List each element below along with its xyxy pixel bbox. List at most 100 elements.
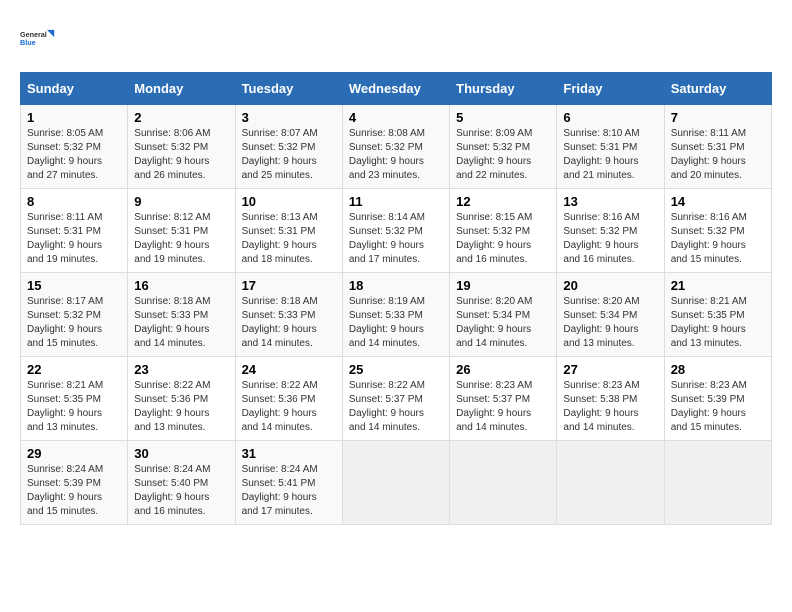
header-saturday: Saturday [664, 73, 771, 105]
day-info: Sunrise: 8:14 AMSunset: 5:32 PMDaylight:… [349, 212, 425, 265]
day-number: 21 [671, 278, 765, 293]
day-number: 28 [671, 362, 765, 377]
day-info: Sunrise: 8:20 AMSunset: 5:34 PMDaylight:… [456, 296, 532, 349]
day-number: 20 [563, 278, 657, 293]
day-info: Sunrise: 8:11 AMSunset: 5:31 PMDaylight:… [27, 212, 102, 265]
day-number: 29 [27, 446, 121, 461]
day-cell-26: 26 Sunrise: 8:23 AMSunset: 5:37 PMDaylig… [450, 357, 557, 441]
day-number: 10 [242, 194, 336, 209]
header-thursday: Thursday [450, 73, 557, 105]
day-number: 22 [27, 362, 121, 377]
week-row-1: 1 Sunrise: 8:05 AMSunset: 5:32 PMDayligh… [21, 105, 772, 189]
day-cell-30: 30 Sunrise: 8:24 AMSunset: 5:40 PMDaylig… [128, 441, 235, 525]
day-info: Sunrise: 8:22 AMSunset: 5:37 PMDaylight:… [349, 380, 425, 433]
day-cell-22: 22 Sunrise: 8:21 AMSunset: 5:35 PMDaylig… [21, 357, 128, 441]
day-cell-4: 4 Sunrise: 8:08 AMSunset: 5:32 PMDayligh… [342, 105, 449, 189]
day-number: 18 [349, 278, 443, 293]
day-number: 9 [134, 194, 228, 209]
day-cell-9: 9 Sunrise: 8:12 AMSunset: 5:31 PMDayligh… [128, 189, 235, 273]
day-info: Sunrise: 8:06 AMSunset: 5:32 PMDaylight:… [134, 128, 210, 181]
day-info: Sunrise: 8:08 AMSunset: 5:32 PMDaylight:… [349, 128, 425, 181]
day-cell-18: 18 Sunrise: 8:19 AMSunset: 5:33 PMDaylig… [342, 273, 449, 357]
day-number: 19 [456, 278, 550, 293]
day-number: 31 [242, 446, 336, 461]
day-info: Sunrise: 8:20 AMSunset: 5:34 PMDaylight:… [563, 296, 639, 349]
day-info: Sunrise: 8:12 AMSunset: 5:31 PMDaylight:… [134, 212, 210, 265]
day-cell-19: 19 Sunrise: 8:20 AMSunset: 5:34 PMDaylig… [450, 273, 557, 357]
header-monday: Monday [128, 73, 235, 105]
empty-cell [342, 441, 449, 525]
day-number: 13 [563, 194, 657, 209]
empty-cell [557, 441, 664, 525]
day-info: Sunrise: 8:21 AMSunset: 5:35 PMDaylight:… [671, 296, 747, 349]
day-cell-2: 2 Sunrise: 8:06 AMSunset: 5:32 PMDayligh… [128, 105, 235, 189]
day-number: 3 [242, 110, 336, 125]
day-info: Sunrise: 8:07 AMSunset: 5:32 PMDaylight:… [242, 128, 318, 181]
day-number: 23 [134, 362, 228, 377]
day-number: 14 [671, 194, 765, 209]
day-number: 6 [563, 110, 657, 125]
header-friday: Friday [557, 73, 664, 105]
day-info: Sunrise: 8:23 AMSunset: 5:39 PMDaylight:… [671, 380, 747, 433]
day-info: Sunrise: 8:24 AMSunset: 5:39 PMDaylight:… [27, 464, 103, 517]
day-info: Sunrise: 8:23 AMSunset: 5:37 PMDaylight:… [456, 380, 532, 433]
day-number: 30 [134, 446, 228, 461]
day-number: 2 [134, 110, 228, 125]
day-cell-13: 13 Sunrise: 8:16 AMSunset: 5:32 PMDaylig… [557, 189, 664, 273]
day-number: 11 [349, 194, 443, 209]
day-cell-14: 14 Sunrise: 8:16 AMSunset: 5:32 PMDaylig… [664, 189, 771, 273]
day-info: Sunrise: 8:21 AMSunset: 5:35 PMDaylight:… [27, 380, 103, 433]
svg-text:General: General [20, 30, 47, 39]
day-number: 25 [349, 362, 443, 377]
day-info: Sunrise: 8:11 AMSunset: 5:31 PMDaylight:… [671, 128, 746, 181]
week-row-3: 15 Sunrise: 8:17 AMSunset: 5:32 PMDaylig… [21, 273, 772, 357]
day-cell-6: 6 Sunrise: 8:10 AMSunset: 5:31 PMDayligh… [557, 105, 664, 189]
day-cell-11: 11 Sunrise: 8:14 AMSunset: 5:32 PMDaylig… [342, 189, 449, 273]
day-cell-1: 1 Sunrise: 8:05 AMSunset: 5:32 PMDayligh… [21, 105, 128, 189]
day-info: Sunrise: 8:18 AMSunset: 5:33 PMDaylight:… [242, 296, 318, 349]
day-cell-31: 31 Sunrise: 8:24 AMSunset: 5:41 PMDaylig… [235, 441, 342, 525]
day-info: Sunrise: 8:17 AMSunset: 5:32 PMDaylight:… [27, 296, 103, 349]
day-info: Sunrise: 8:15 AMSunset: 5:32 PMDaylight:… [456, 212, 532, 265]
day-cell-3: 3 Sunrise: 8:07 AMSunset: 5:32 PMDayligh… [235, 105, 342, 189]
day-cell-17: 17 Sunrise: 8:18 AMSunset: 5:33 PMDaylig… [235, 273, 342, 357]
day-cell-25: 25 Sunrise: 8:22 AMSunset: 5:37 PMDaylig… [342, 357, 449, 441]
day-number: 1 [27, 110, 121, 125]
day-info: Sunrise: 8:16 AMSunset: 5:32 PMDaylight:… [563, 212, 639, 265]
day-info: Sunrise: 8:09 AMSunset: 5:32 PMDaylight:… [456, 128, 532, 181]
day-info: Sunrise: 8:13 AMSunset: 5:31 PMDaylight:… [242, 212, 318, 265]
day-info: Sunrise: 8:22 AMSunset: 5:36 PMDaylight:… [242, 380, 318, 433]
page-header: GeneralBlue [20, 20, 772, 56]
day-info: Sunrise: 8:23 AMSunset: 5:38 PMDaylight:… [563, 380, 639, 433]
day-number: 24 [242, 362, 336, 377]
header-wednesday: Wednesday [342, 73, 449, 105]
day-number: 16 [134, 278, 228, 293]
day-info: Sunrise: 8:18 AMSunset: 5:33 PMDaylight:… [134, 296, 210, 349]
day-cell-8: 8 Sunrise: 8:11 AMSunset: 5:31 PMDayligh… [21, 189, 128, 273]
day-cell-21: 21 Sunrise: 8:21 AMSunset: 5:35 PMDaylig… [664, 273, 771, 357]
week-row-4: 22 Sunrise: 8:21 AMSunset: 5:35 PMDaylig… [21, 357, 772, 441]
day-number: 17 [242, 278, 336, 293]
day-cell-20: 20 Sunrise: 8:20 AMSunset: 5:34 PMDaylig… [557, 273, 664, 357]
day-number: 4 [349, 110, 443, 125]
day-info: Sunrise: 8:24 AMSunset: 5:40 PMDaylight:… [134, 464, 210, 517]
day-cell-23: 23 Sunrise: 8:22 AMSunset: 5:36 PMDaylig… [128, 357, 235, 441]
day-number: 8 [27, 194, 121, 209]
day-cell-5: 5 Sunrise: 8:09 AMSunset: 5:32 PMDayligh… [450, 105, 557, 189]
logo-icon: GeneralBlue [20, 20, 56, 56]
day-cell-27: 27 Sunrise: 8:23 AMSunset: 5:38 PMDaylig… [557, 357, 664, 441]
day-number: 27 [563, 362, 657, 377]
day-info: Sunrise: 8:19 AMSunset: 5:33 PMDaylight:… [349, 296, 425, 349]
day-info: Sunrise: 8:10 AMSunset: 5:31 PMDaylight:… [563, 128, 639, 181]
calendar-table: SundayMondayTuesdayWednesdayThursdayFrid… [20, 72, 772, 525]
header-row: SundayMondayTuesdayWednesdayThursdayFrid… [21, 73, 772, 105]
day-info: Sunrise: 8:22 AMSunset: 5:36 PMDaylight:… [134, 380, 210, 433]
day-number: 5 [456, 110, 550, 125]
header-sunday: Sunday [21, 73, 128, 105]
day-cell-10: 10 Sunrise: 8:13 AMSunset: 5:31 PMDaylig… [235, 189, 342, 273]
svg-text:Blue: Blue [20, 38, 36, 47]
empty-cell [450, 441, 557, 525]
day-info: Sunrise: 8:16 AMSunset: 5:32 PMDaylight:… [671, 212, 747, 265]
week-row-2: 8 Sunrise: 8:11 AMSunset: 5:31 PMDayligh… [21, 189, 772, 273]
empty-cell [664, 441, 771, 525]
